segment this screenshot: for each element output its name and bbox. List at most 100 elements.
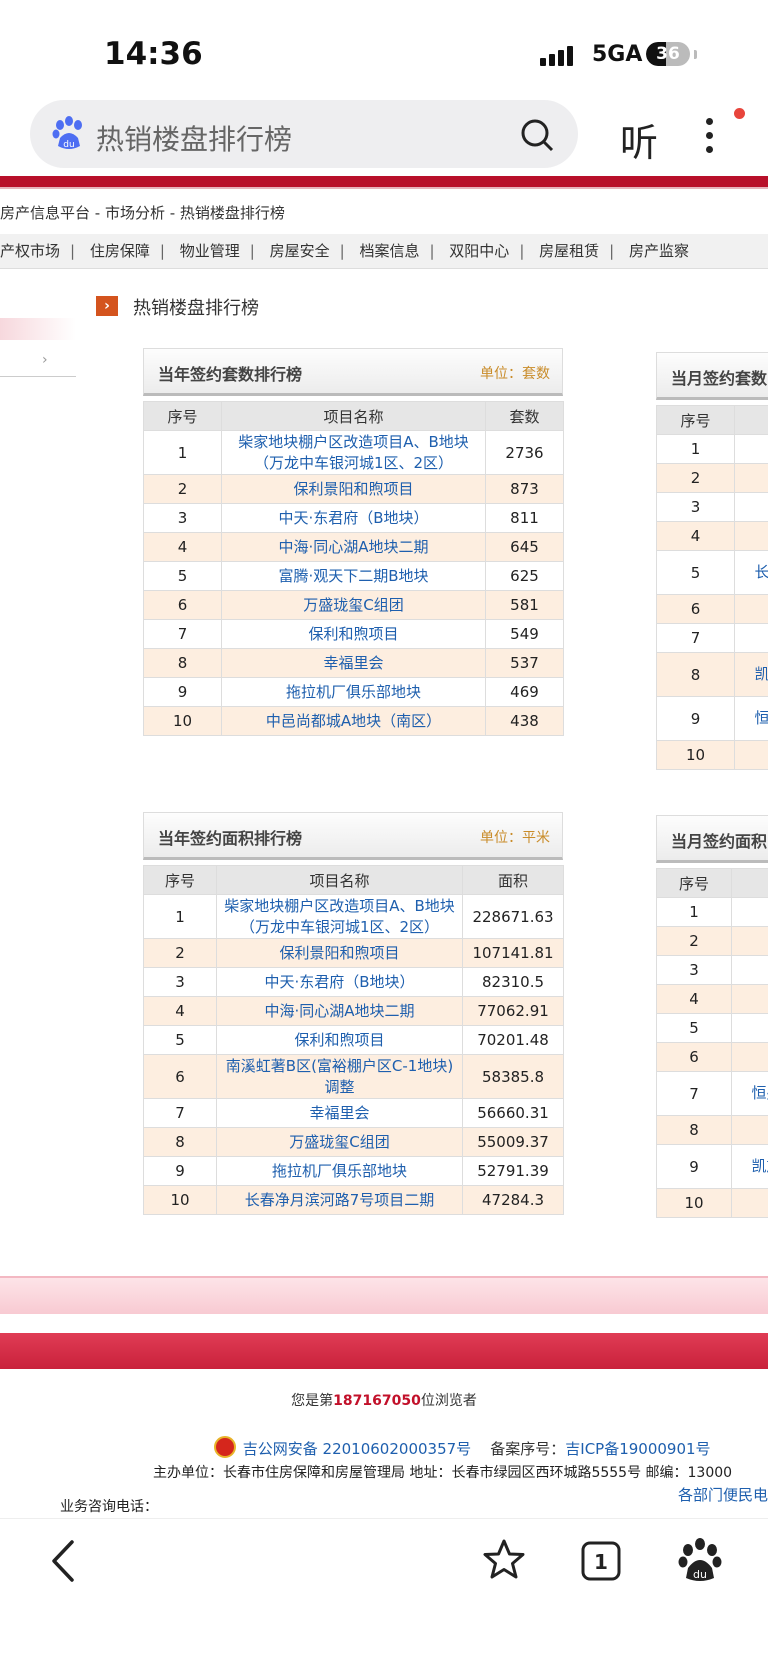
month-count-panel: 当月签约套数 序号12345长春678凯旋9恒盛10 — [656, 352, 768, 770]
project-name-link[interactable] — [732, 1116, 768, 1145]
baidu-home-icon[interactable]: du — [678, 1538, 722, 1584]
tabs-icon[interactable]: 1 — [580, 1540, 622, 1582]
value-cell: 228671.63 — [463, 895, 564, 939]
table-row: 9拖拉机厂俱乐部地块52791.39 — [144, 1157, 564, 1186]
column-header: 项目名称 — [217, 866, 463, 895]
project-name-link[interactable] — [735, 464, 768, 493]
project-name-link[interactable] — [735, 522, 768, 551]
project-name-link[interactable]: 富腾·观天下二期B地块 — [222, 562, 486, 591]
nav-item[interactable]: 房产监察 — [629, 234, 689, 268]
nav-item[interactable]: 档案信息 — [359, 234, 419, 268]
project-name-link[interactable]: 保利和煦项目 — [217, 1026, 463, 1055]
dept-link[interactable]: 各部门便民电 — [678, 1484, 768, 1505]
rank-cell: 4 — [144, 997, 217, 1026]
project-name-link[interactable]: 万盛珑玺C组团 — [217, 1128, 463, 1157]
table-row: 3中天·东君府（B地块）811 — [144, 504, 564, 533]
project-name-link[interactable]: 幸福里会 — [217, 1099, 463, 1128]
rank-cell: 7 — [657, 624, 735, 653]
project-name-link[interactable]: 柴家地块棚户区改造项目A、B地块（万龙中车银河城1区、2区） — [222, 431, 486, 475]
project-name-link[interactable] — [735, 624, 768, 653]
search-query[interactable]: 热销楼盘排行榜 — [96, 118, 292, 158]
project-name-link[interactable]: 幸福里会 — [222, 649, 486, 678]
visitor-prefix: 您是第 — [291, 1393, 333, 1409]
project-name-link[interactable] — [732, 898, 768, 927]
rank-cell: 10 — [144, 707, 222, 736]
rank-cell: 7 — [144, 1099, 217, 1128]
value-cell: 537 — [486, 649, 564, 678]
listen-button[interactable]: 听 — [620, 112, 658, 167]
back-icon[interactable] — [48, 1538, 78, 1584]
table-row: 8 — [657, 1116, 768, 1145]
project-name-link[interactable]: 恒盛 — [732, 1072, 768, 1116]
project-name-link[interactable]: 保利景阳和煦项目 — [217, 939, 463, 968]
rank-cell: 9 — [144, 678, 222, 707]
nav-item[interactable]: 房屋安全 — [270, 234, 330, 268]
table-header-row: 序号项目名称面积 — [144, 866, 564, 895]
more-menu-icon[interactable] — [706, 118, 713, 153]
nav-item[interactable]: 房屋租赁 — [539, 234, 599, 268]
project-name-link[interactable]: 中邑尚都城A地块（南区） — [222, 707, 486, 736]
table-row: 10中邑尚都城A地块（南区）438 — [144, 707, 564, 736]
nav-item[interactable]: 双阳中心 — [449, 234, 509, 268]
project-name-link[interactable] — [732, 985, 768, 1014]
project-name-link[interactable]: 中海·同心湖A地块二期 — [217, 997, 463, 1026]
year-area-table: 序号项目名称面积1柴家地块棚户区改造项目A、B地块（万龙中车银河城1区、2区）2… — [143, 865, 564, 1215]
nav-item[interactable]: 产权市场 — [0, 234, 60, 268]
table-row: 1柴家地块棚户区改造项目A、B地块（万龙中车银河城1区、2区）228671.63 — [144, 895, 564, 939]
project-name-link[interactable]: 凯旋 — [735, 653, 768, 697]
breadcrumb: 房产信息平台 - 市场分析 - 热销楼盘排行榜 — [0, 202, 285, 223]
site-top-bar-line — [0, 187, 768, 189]
project-name-link[interactable]: 柴家地块棚户区改造项目A、B地块（万龙中车银河城1区、2区） — [217, 895, 463, 939]
panel-header: 当年签约面积排行榜 单位：平米 — [143, 812, 563, 860]
sidebar-highlight — [0, 318, 76, 340]
column-header: 序号 — [657, 406, 735, 435]
footer-band-red — [0, 1333, 768, 1369]
project-name-link[interactable]: 保利景阳和煦项目 — [222, 475, 486, 504]
panel-unit: 单位：平米 — [480, 827, 550, 847]
project-name-link[interactable]: 恒盛 — [735, 697, 768, 741]
project-name-link[interactable]: 保利和煦项目 — [222, 620, 486, 649]
table-row: 8万盛珑玺C组团55009.37 — [144, 1128, 564, 1157]
table-row: 2 — [657, 464, 768, 493]
police-record-link[interactable]: 吉公网安备 22010602000357号 — [243, 1440, 471, 1458]
baidu-paw-icon: du — [52, 116, 86, 152]
project-name-link[interactable] — [735, 493, 768, 522]
project-name-link[interactable] — [732, 1014, 768, 1043]
rank-cell: 1 — [144, 431, 222, 475]
phone-label: 业务咨询电话： — [60, 1496, 158, 1516]
star-icon[interactable] — [482, 1538, 526, 1582]
project-name-link[interactable] — [735, 595, 768, 624]
project-name-link[interactable]: 拖拉机厂俱乐部地块 — [217, 1157, 463, 1186]
sidebar-chevron-icon[interactable]: › — [42, 352, 48, 368]
project-name-link[interactable]: 拖拉机厂俱乐部地块 — [222, 678, 486, 707]
project-name-link[interactable] — [735, 435, 768, 464]
table-row: 2保利景阳和煦项目107141.81 — [144, 939, 564, 968]
status-time: 14:36 — [104, 36, 203, 72]
table-row: 5长春 — [657, 551, 768, 595]
project-name-link[interactable]: 中海·同心湖A地块二期 — [222, 533, 486, 562]
project-name-link[interactable]: 万盛珑玺C组团 — [222, 591, 486, 620]
section-title: 热销楼盘排行榜 — [133, 294, 259, 320]
nav-item[interactable]: 物业管理 — [180, 234, 240, 268]
site-top-bar — [0, 176, 768, 187]
search-icon[interactable] — [520, 118, 554, 152]
project-name-link[interactable] — [732, 1043, 768, 1072]
project-name-link[interactable] — [732, 1189, 768, 1218]
project-name-link[interactable]: 长春净月滨河路7号项目二期 — [217, 1186, 463, 1215]
project-name-link[interactable]: 中天·东君府（B地块） — [217, 968, 463, 997]
project-name-link[interactable]: 凯旋 — [732, 1145, 768, 1189]
value-cell: 56660.31 — [463, 1099, 564, 1128]
table-row: 5保利和煦项目70201.48 — [144, 1026, 564, 1055]
column-header: 项目名称 — [222, 402, 486, 431]
rank-cell: 7 — [144, 620, 222, 649]
project-name-link[interactable]: 长春 — [735, 551, 768, 595]
nav-item[interactable]: 住房保障 — [90, 234, 150, 268]
footer-band-light — [0, 1276, 768, 1314]
icp-link[interactable]: 吉ICP备19000901号 — [565, 1440, 710, 1458]
project-name-link[interactable]: 中天·东君府（B地块） — [222, 504, 486, 533]
project-name-link[interactable] — [732, 927, 768, 956]
project-name-link[interactable] — [735, 741, 768, 770]
project-name-link[interactable]: 南溪虹著B区(富裕棚户区C-1地块)调整 — [217, 1055, 463, 1099]
value-cell: 77062.91 — [463, 997, 564, 1026]
project-name-link[interactable] — [732, 956, 768, 985]
